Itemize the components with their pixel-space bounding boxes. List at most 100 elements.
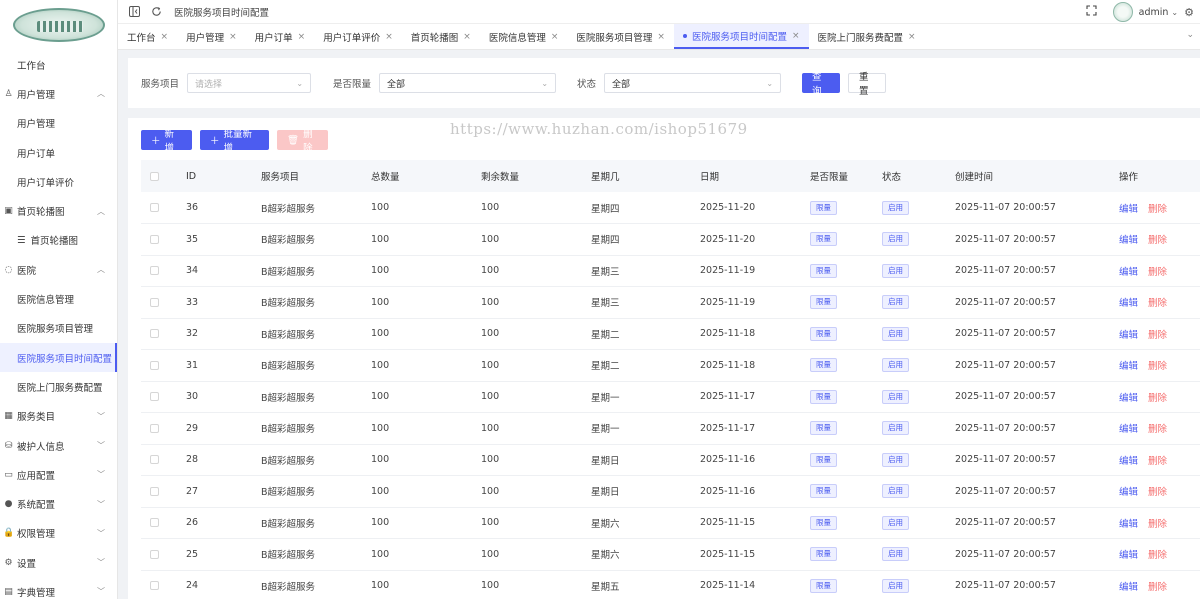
sidebar-item-4[interactable]: 用户订单评价: [0, 167, 117, 196]
table-row[interactable]: 32 B超彩超服务 100 100 星期二 2025-11-18 限量 启用 2025-11-0…: [141, 318, 1200, 350]
close-icon[interactable]: ×: [908, 32, 916, 42]
edit-link[interactable]: 编辑: [1119, 267, 1138, 278]
close-icon[interactable]: ×: [385, 32, 393, 42]
service-select[interactable]: 请选择 ⌄: [187, 73, 312, 93]
tab-0[interactable]: 工作台 ×: [118, 24, 177, 49]
hospital-logo[interactable]: [0, 0, 117, 50]
reset-button[interactable]: 重置: [848, 72, 887, 97]
table-row[interactable]: 31 B超彩超服务 100 100 星期二 2025-11-18 限量 启用 2025-11-0…: [141, 350, 1200, 381]
delete-link[interactable]: 删除: [1148, 550, 1167, 561]
row-checkbox[interactable]: [150, 423, 159, 433]
close-icon[interactable]: ×: [298, 32, 306, 42]
table-row[interactable]: 34 B超彩超服务 100 100 星期三 2025-11-19 限量 启用 2025-11-0…: [141, 255, 1200, 287]
delete-link[interactable]: 删除: [1148, 361, 1167, 372]
row-checkbox[interactable]: [150, 297, 159, 307]
sidebar-item-2[interactable]: 用户管理: [0, 109, 117, 138]
collapse-sidebar-icon[interactable]: [128, 6, 140, 18]
table-row[interactable]: 33 B超彩超服务 100 100 星期三 2025-11-19 限量 启用 2025-11-0…: [141, 287, 1200, 318]
sidebar-item-18[interactable]: ▤ 字典管理 ﹀: [0, 577, 117, 599]
sidebar-item-7[interactable]: ◌ 医院 ︿: [0, 255, 117, 284]
tabs-more-icon[interactable]: ⌄: [1186, 30, 1194, 40]
sidebar-item-0[interactable]: 工作台: [0, 50, 117, 79]
add-button[interactable]: ＋ 新增: [141, 129, 192, 154]
row-checkbox[interactable]: [150, 581, 159, 591]
delete-link[interactable]: 删除: [1148, 235, 1167, 246]
delete-button[interactable]: 🗑 删除: [277, 129, 328, 154]
refresh-icon[interactable]: [150, 6, 162, 18]
table-row[interactable]: 28 B超彩超服务 100 100 星期日 2025-11-16 限量 启用 2025-11-0…: [141, 444, 1200, 476]
sidebar-item-10[interactable]: 医院服务项目时间配置: [0, 342, 117, 373]
delete-link[interactable]: 删除: [1148, 267, 1167, 278]
close-icon[interactable]: ×: [229, 32, 237, 42]
edit-link[interactable]: 编辑: [1119, 330, 1138, 341]
tab-8[interactable]: 医院上门服务费配置 ×: [809, 24, 925, 49]
sidebar-item-6[interactable]: ☰ 首页轮播图: [0, 226, 117, 255]
tab-2[interactable]: 用户订单 ×: [246, 24, 315, 49]
status-select[interactable]: 全部 ⌄: [604, 73, 782, 93]
edit-link[interactable]: 编辑: [1119, 393, 1138, 404]
tab-3[interactable]: 用户订单评价 ×: [314, 24, 402, 49]
select-all-checkbox[interactable]: [150, 171, 159, 181]
table-row[interactable]: 36 B超彩超服务 100 100 星期四 2025-11-20 限量 启用 2025-11-0…: [141, 192, 1200, 224]
close-icon[interactable]: ×: [551, 32, 559, 42]
table-row[interactable]: 24 B超彩超服务 100 100 星期五 2025-11-14 限量 启用 2025-11-0…: [141, 570, 1200, 599]
row-checkbox[interactable]: [150, 455, 159, 465]
edit-link[interactable]: 编辑: [1119, 487, 1138, 498]
fullscreen-icon[interactable]: [1086, 5, 1097, 19]
avatar[interactable]: [1112, 2, 1133, 22]
gear-icon[interactable]: ⚙: [1184, 6, 1194, 19]
table-row[interactable]: 27 B超彩超服务 100 100 星期日 2025-11-16 限量 启用 2025-11-0…: [141, 476, 1200, 507]
edit-link[interactable]: 编辑: [1119, 298, 1138, 309]
edit-link[interactable]: 编辑: [1119, 456, 1138, 467]
delete-link[interactable]: 删除: [1148, 393, 1167, 404]
close-icon[interactable]: ×: [657, 32, 665, 42]
close-icon[interactable]: ×: [161, 32, 169, 42]
delete-link[interactable]: 删除: [1148, 487, 1167, 498]
row-checkbox[interactable]: [150, 392, 159, 402]
edit-link[interactable]: 编辑: [1119, 424, 1138, 435]
batch-add-button[interactable]: ＋ 批量新增: [200, 129, 269, 154]
sidebar-item-5[interactable]: ▣ 首页轮播图 ︿: [0, 196, 117, 225]
edit-link[interactable]: 编辑: [1119, 550, 1138, 561]
edit-link[interactable]: 编辑: [1119, 519, 1138, 530]
table-row[interactable]: 30 B超彩超服务 100 100 星期一 2025-11-17 限量 启用 2025-11-0…: [141, 381, 1200, 413]
edit-link[interactable]: 编辑: [1119, 361, 1138, 372]
sidebar-item-17[interactable]: ⚙ 设置 ﹀: [0, 548, 117, 577]
delete-link[interactable]: 删除: [1148, 456, 1167, 467]
sidebar-item-12[interactable]: ▦ 服务类目 ﹀: [0, 402, 117, 431]
row-checkbox[interactable]: [150, 266, 159, 276]
sidebar-item-1[interactable]: ♙ 用户管理 ︿: [0, 79, 117, 108]
edit-link[interactable]: 编辑: [1119, 204, 1138, 215]
row-checkbox[interactable]: [150, 518, 159, 528]
row-checkbox[interactable]: [150, 360, 159, 370]
table-row[interactable]: 25 B超彩超服务 100 100 星期六 2025-11-15 限量 启用 2025-11-0…: [141, 539, 1200, 570]
table-row[interactable]: 26 B超彩超服务 100 100 星期六 2025-11-15 限量 启用 2025-11-0…: [141, 507, 1200, 539]
tab-7[interactable]: 医院服务项目时间配置 ×: [673, 24, 809, 49]
delete-link[interactable]: 删除: [1148, 330, 1167, 341]
sidebar-item-3[interactable]: 用户订单: [0, 138, 117, 167]
edit-link[interactable]: 编辑: [1119, 235, 1138, 246]
sidebar-item-9[interactable]: 医院服务项目管理: [0, 314, 117, 343]
delete-link[interactable]: 删除: [1148, 582, 1167, 593]
tab-1[interactable]: 用户管理 ×: [177, 24, 246, 49]
tab-4[interactable]: 首页轮播图 ×: [402, 24, 480, 49]
close-icon[interactable]: ×: [792, 31, 800, 41]
username[interactable]: admin: [1139, 7, 1169, 18]
query-button[interactable]: 查询: [802, 72, 841, 97]
row-checkbox[interactable]: [150, 234, 159, 244]
delete-link[interactable]: 删除: [1148, 424, 1167, 435]
row-checkbox[interactable]: [150, 549, 159, 559]
sidebar-item-16[interactable]: 🔒 权限管理 ﹀: [0, 519, 117, 548]
delete-link[interactable]: 删除: [1148, 519, 1167, 530]
sidebar-item-11[interactable]: 医院上门服务费配置: [0, 372, 117, 401]
chevron-down-icon[interactable]: ⌄: [1171, 8, 1178, 17]
tab-6[interactable]: 医院服务项目管理 ×: [567, 24, 674, 49]
delete-link[interactable]: 删除: [1148, 204, 1167, 215]
sidebar-item-14[interactable]: ▭ 应用配置 ﹀: [0, 460, 117, 489]
table-row[interactable]: 29 B超彩超服务 100 100 星期一 2025-11-17 限量 启用 2025-11-0…: [141, 413, 1200, 444]
table-row[interactable]: 35 B超彩超服务 100 100 星期四 2025-11-20 限量 启用 2025-11-0…: [141, 224, 1200, 255]
limit-select[interactable]: 全部 ⌄: [379, 73, 557, 93]
edit-link[interactable]: 编辑: [1119, 582, 1138, 593]
sidebar-item-13[interactable]: ⛁ 被护人信息 ﹀: [0, 431, 117, 460]
row-checkbox[interactable]: [150, 203, 159, 212]
